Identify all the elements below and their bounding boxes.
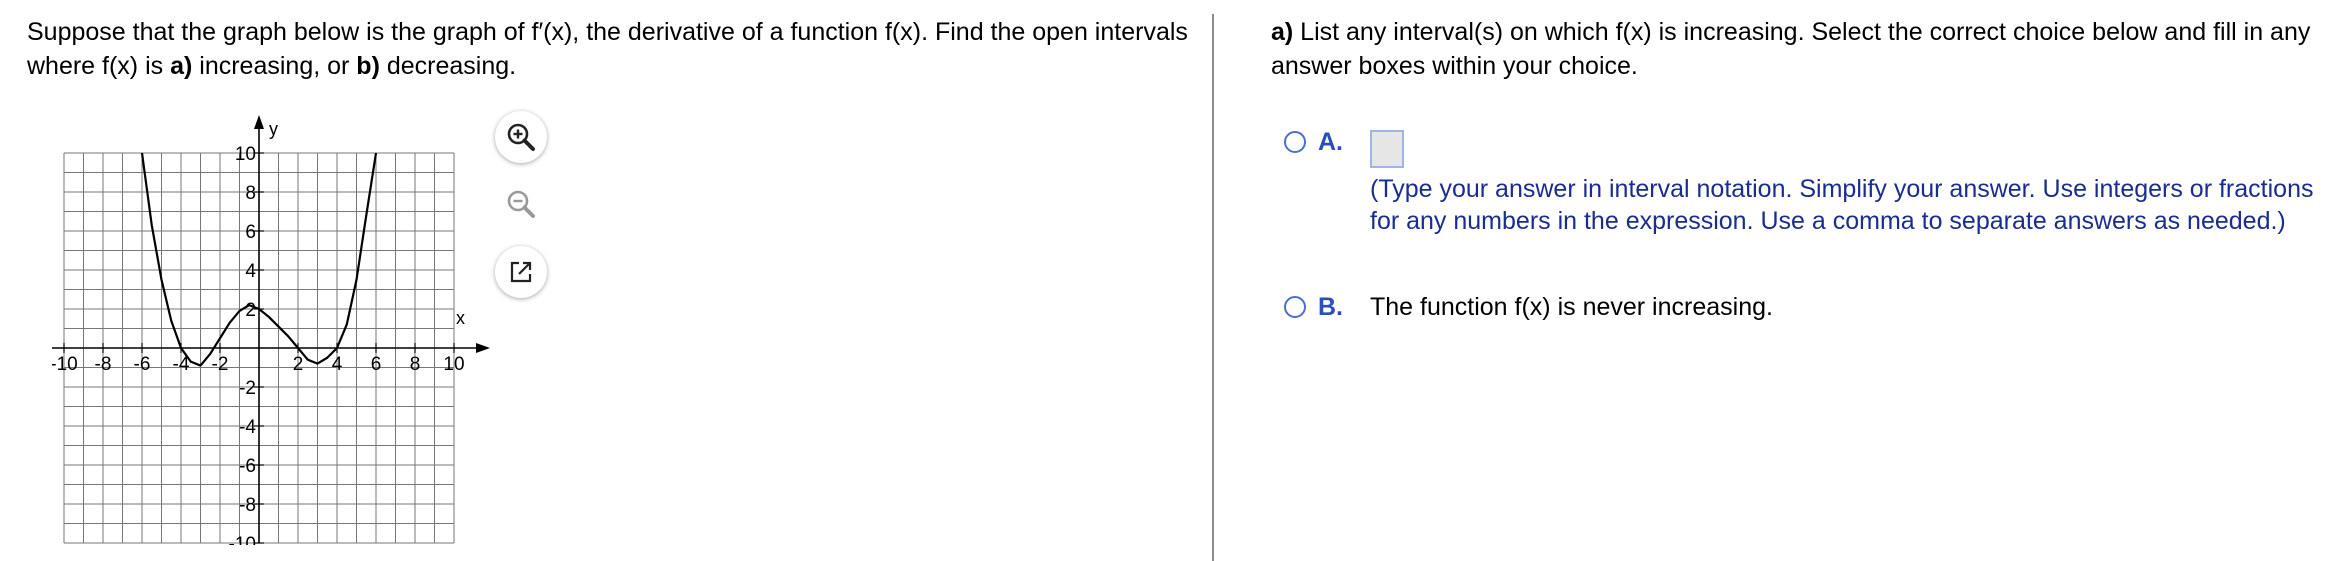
x-axis-arrow: [476, 343, 490, 353]
zoom-in-button[interactable]: [495, 111, 547, 163]
question-text-part-2: increasing, or: [192, 52, 357, 80]
choice-b-letter: B.: [1318, 293, 1343, 321]
derivative-graph: xy-10 -8 -6 -4 -2 2 4 6 8 10108642-2-4-6-8-10: [52, 115, 490, 545]
popout-icon: [510, 261, 532, 283]
choice-a-radio[interactable]: [1284, 131, 1306, 153]
y-axis-label: y: [269, 119, 278, 139]
prompt-text: List any interval(s) on which f(x) is in…: [1271, 18, 2311, 80]
x-tick-label: -8: [95, 354, 112, 375]
x-tick-label: 2: [293, 354, 304, 375]
zoom-out-button[interactable]: [495, 178, 547, 230]
answer-panel: a) List any interval(s) on which f(x) is…: [1214, 0, 2335, 561]
choice-a-hint: (Type your answer in interval notation. …: [1370, 175, 2314, 235]
question-text: Suppose that the graph below is the grap…: [27, 15, 1197, 83]
choice-a-answer-box[interactable]: [1370, 130, 1404, 168]
x-tick-label: 4: [332, 354, 343, 375]
choice-b-text: The function f(x) is never increasing.: [1370, 293, 1773, 321]
x-tick-label: -6: [134, 354, 151, 375]
x-tick-label: -10: [52, 354, 78, 375]
zoom-out-icon: [507, 190, 535, 218]
y-tick-label: 2: [245, 300, 256, 321]
y-tick-label: 10: [235, 144, 256, 165]
x-tick-label: 10: [443, 354, 464, 375]
y-tick-label: 4: [245, 261, 256, 282]
y-tick-label: -6: [239, 456, 256, 477]
y-tick-label: -10: [229, 534, 256, 545]
y-tick-label: -2: [239, 378, 256, 399]
question-bold-a: a): [170, 52, 193, 80]
x-tick-label: 6: [371, 354, 382, 375]
zoom-in-icon: [507, 123, 535, 151]
x-tick-label: 8: [410, 354, 421, 375]
part-a-prompt: a) List any interval(s) on which f(x) is…: [1271, 15, 2321, 83]
y-tick-label: 6: [245, 222, 256, 243]
question-text-part-3: decreasing.: [379, 52, 517, 80]
y-axis-arrow: [254, 115, 264, 129]
choice-a-letter: A.: [1318, 128, 1343, 156]
prompt-bold-label: a): [1271, 18, 1294, 46]
y-tick-label: -8: [239, 495, 256, 516]
question-bold-b: b): [356, 52, 380, 80]
y-tick-label: -4: [239, 417, 256, 438]
x-axis-label: x: [456, 308, 465, 328]
x-tick-label: -2: [212, 354, 229, 375]
question-panel: Suppose that the graph below is the grap…: [0, 0, 1212, 561]
y-tick-label: 8: [245, 183, 256, 204]
popout-button[interactable]: [495, 246, 547, 298]
choice-b-radio[interactable]: [1284, 296, 1306, 318]
